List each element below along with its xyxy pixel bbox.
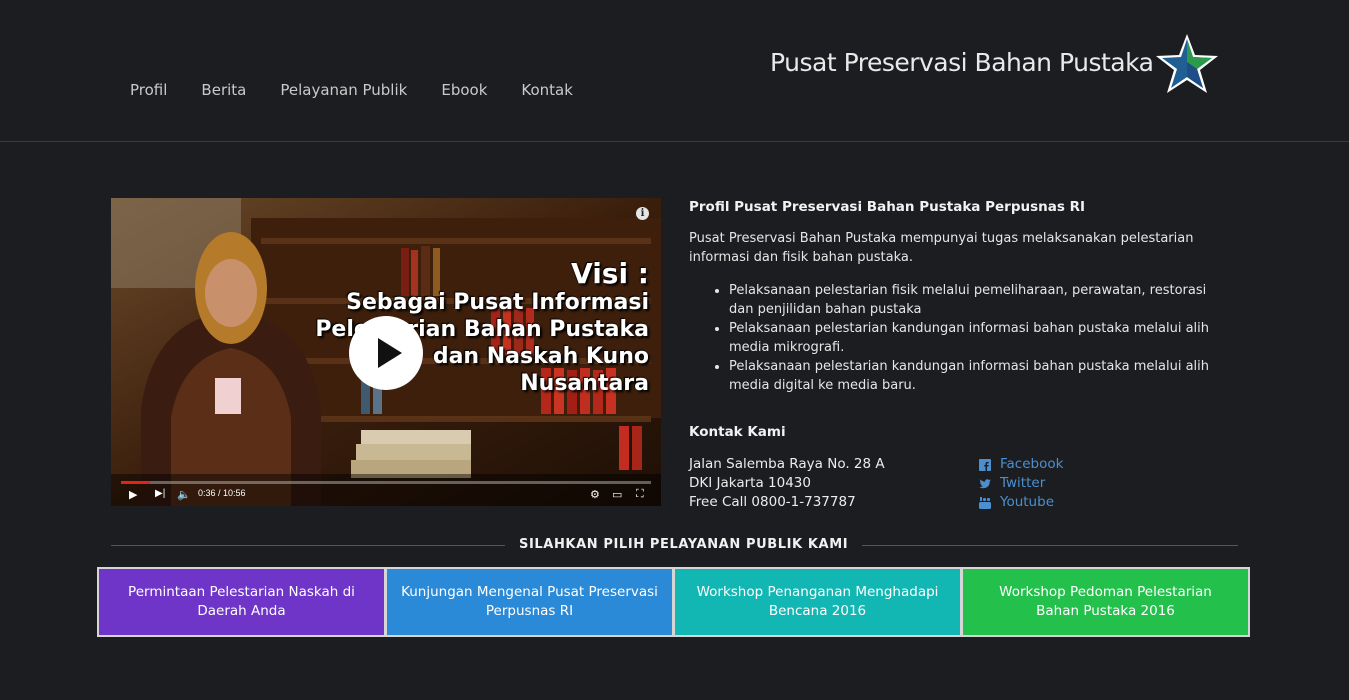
nav-profil[interactable]: Profil xyxy=(130,81,167,99)
nav-kontak[interactable]: Kontak xyxy=(521,81,573,99)
profile-task-list: Pelaksanaan pelestarian fisik melalui pe… xyxy=(729,281,1229,395)
address-line: DKI Jakarta 10430 xyxy=(689,475,811,491)
settings-gear-icon[interactable]: ⚙ xyxy=(590,488,600,501)
facebook-link[interactable]: Facebook xyxy=(979,455,1063,474)
play-icon[interactable]: ▶ xyxy=(129,488,137,501)
overlay-line-1: Visi : xyxy=(571,257,649,290)
main-nav: Profil Berita Pelayanan Publik Ebook Kon… xyxy=(130,81,607,99)
social-links: Facebook Twitter Youtube xyxy=(979,455,1063,512)
play-button[interactable] xyxy=(349,316,423,390)
youtube-icon xyxy=(979,496,991,509)
site-title[interactable]: Pusat Preservasi Bahan Pustaka xyxy=(770,48,1154,77)
twitter-link[interactable]: Twitter xyxy=(979,474,1063,493)
phone-line: Free Call 0800-1-737787 xyxy=(689,494,856,510)
nav-berita[interactable]: Berita xyxy=(201,81,246,99)
video-progress-fill xyxy=(121,481,151,484)
service-tile-kunjungan[interactable]: Kunjungan Mengenal Pusat Preservasi Perp… xyxy=(385,567,674,637)
next-icon[interactable]: ▶| xyxy=(155,488,165,499)
twitter-label: Twitter xyxy=(1000,475,1046,491)
address-line: Jalan Salemba Raya No. 28 A xyxy=(689,456,885,472)
list-item: Pelaksanaan pelestarian kandungan inform… xyxy=(729,357,1229,395)
overlay-line-2: Sebagai Pusat Informasi xyxy=(346,290,649,315)
profile-section: Profil Pusat Preservasi Bahan Pustaka Pe… xyxy=(689,199,1229,395)
youtube-label: Youtube xyxy=(1000,494,1054,510)
list-item: Pelaksanaan pelestarian fisik melalui pe… xyxy=(729,281,1229,319)
facebook-icon xyxy=(979,458,991,471)
nav-ebook[interactable]: Ebook xyxy=(441,81,487,99)
video-progress-bar[interactable] xyxy=(121,481,651,484)
list-item: Pelaksanaan pelestarian kandungan inform… xyxy=(729,319,1229,357)
contact-heading: Kontak Kami xyxy=(689,424,786,440)
video-time: 0:36 / 10:56 xyxy=(198,488,246,498)
profile-intro: Pusat Preservasi Bahan Pustaka mempunyai… xyxy=(689,231,1194,265)
info-icon[interactable]: i xyxy=(636,207,649,220)
service-tiles: Permintaan Pelestarian Naskah di Daerah … xyxy=(97,567,1250,637)
services-heading: SILAHKAN PILIH PELAYANAN PUBLIK KAMI xyxy=(505,537,863,552)
profile-heading: Profil Pusat Preservasi Bahan Pustaka Pe… xyxy=(689,199,1086,215)
twitter-icon xyxy=(979,478,991,488)
facebook-label: Facebook xyxy=(1000,456,1064,472)
service-tile-permintaan-pelestarian[interactable]: Permintaan Pelestarian Naskah di Daerah … xyxy=(97,567,386,637)
service-tile-workshop-pedoman[interactable]: Workshop Pedoman Pelestarian Bahan Pusta… xyxy=(961,567,1250,637)
service-tile-workshop-bencana[interactable]: Workshop Penanganan Menghadapi Bencana 2… xyxy=(673,567,962,637)
site-header: Profil Berita Pelayanan Publik Ebook Kon… xyxy=(0,0,1349,142)
contact-address: Jalan Salemba Raya No. 28 A DKI Jakarta … xyxy=(689,455,885,512)
youtube-link[interactable]: Youtube xyxy=(979,493,1063,512)
video-player[interactable]: Visi : Sebagai Pusat Informasi Pelestari… xyxy=(111,198,661,506)
volume-icon[interactable]: 🔈 xyxy=(177,488,191,501)
star-logo-icon[interactable] xyxy=(1154,32,1220,96)
video-controls: ▶ ▶| 🔈 0:36 / 10:56 ⚙ ▭ ⛶ xyxy=(111,487,661,506)
nav-pelayanan-publik[interactable]: Pelayanan Publik xyxy=(280,81,407,99)
fullscreen-icon[interactable]: ⛶ xyxy=(636,488,644,501)
theater-mode-icon[interactable]: ▭ xyxy=(612,488,622,501)
